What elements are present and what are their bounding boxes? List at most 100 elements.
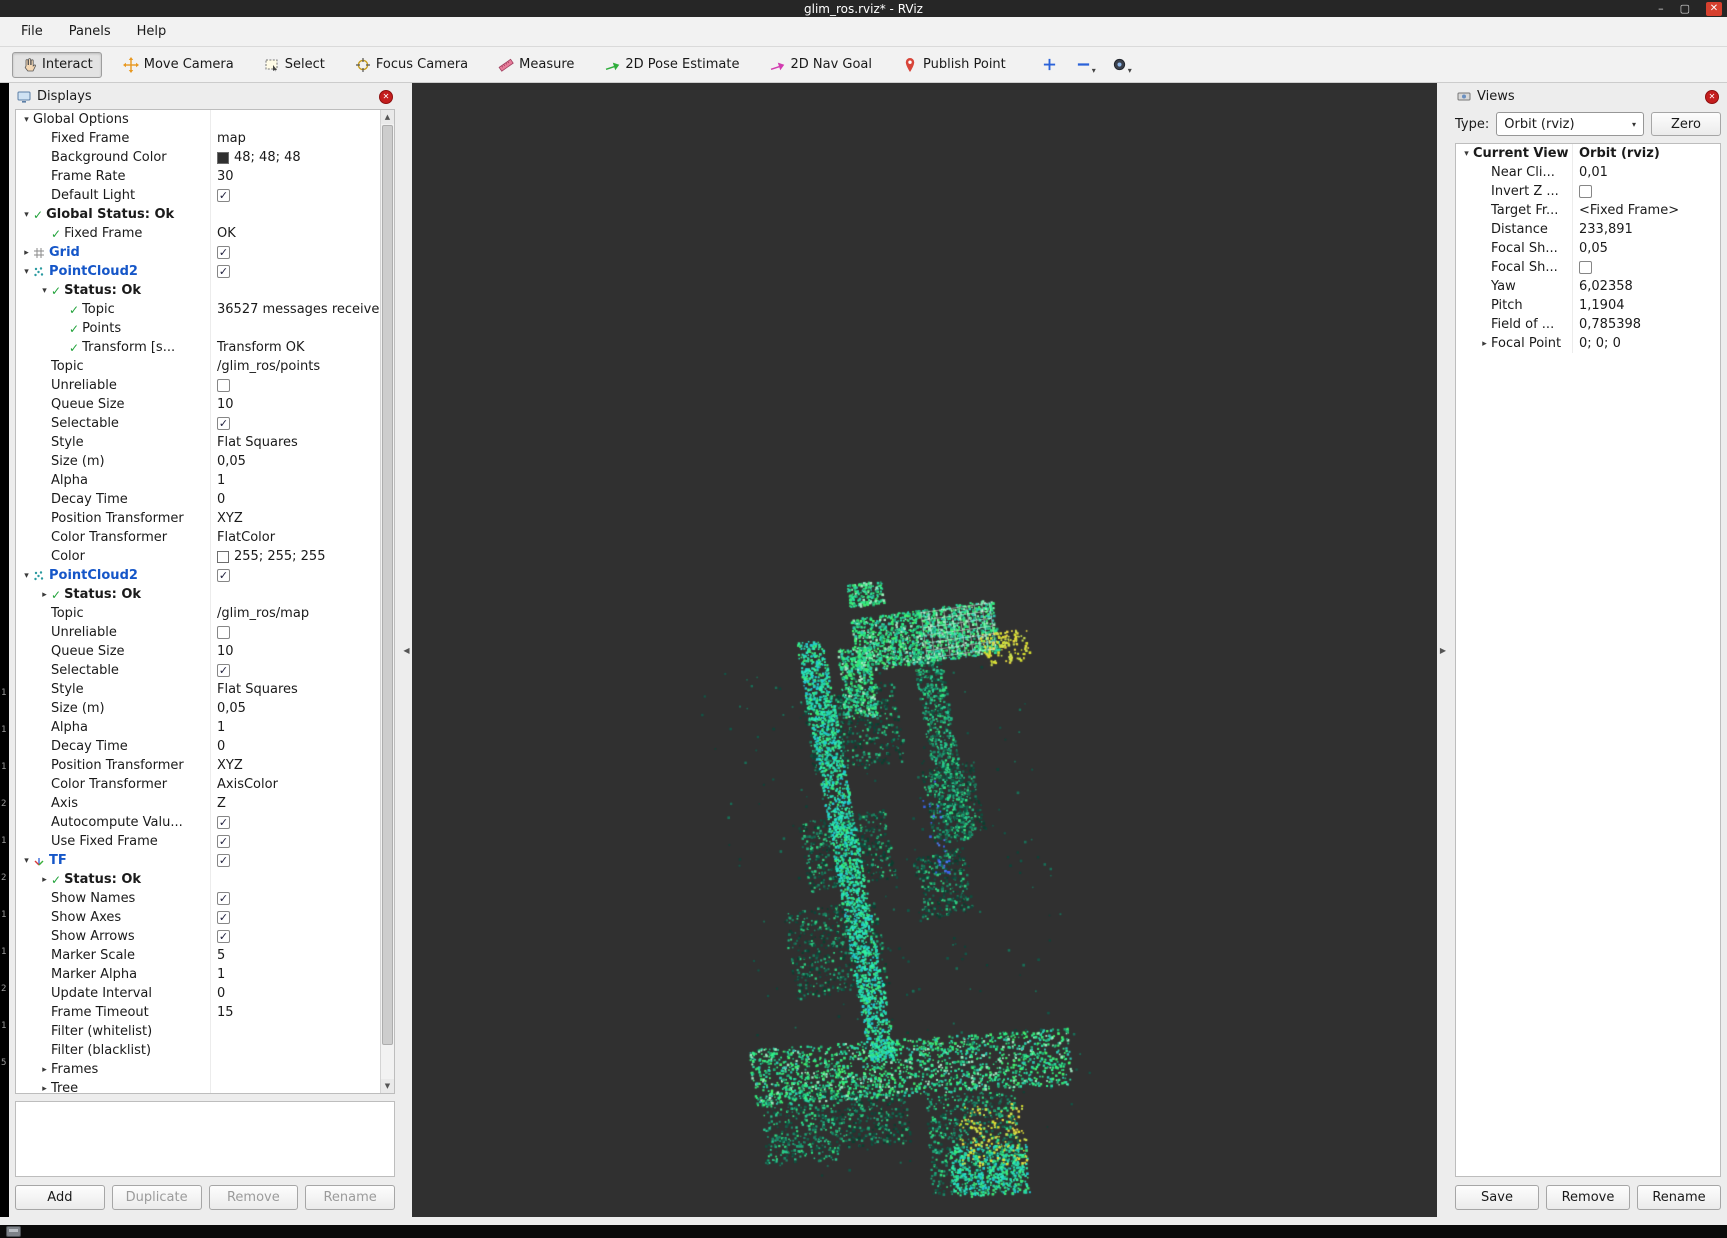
property-row-queue-size[interactable]: Queue Size10: [16, 395, 380, 414]
property-value[interactable]: 48; 48; 48: [234, 150, 301, 165]
property-value[interactable]: Flat Squares: [217, 682, 298, 697]
property-row-frame-rate[interactable]: Frame Rate30: [16, 167, 380, 186]
property-row-background-color[interactable]: Background Color48; 48; 48: [16, 148, 380, 167]
menu-panels[interactable]: Panels: [56, 20, 124, 43]
property-value[interactable]: 10: [217, 644, 234, 659]
property-row-tf[interactable]: ▾TF✓: [16, 851, 380, 870]
property-row-transform-s-[interactable]: ✓Transform [s...Transform OK: [16, 338, 380, 357]
property-value[interactable]: 0,05: [1579, 241, 1608, 256]
taskbar-window-icon[interactable]: [6, 1226, 21, 1237]
property-value[interactable]: FlatColor: [217, 530, 275, 545]
maximize-button[interactable]: ▢: [1680, 4, 1690, 14]
checkbox-unchecked[interactable]: [1579, 185, 1592, 198]
checkbox-checked[interactable]: ✓: [217, 892, 230, 905]
property-row-selectable[interactable]: Selectable✓: [16, 661, 380, 680]
checkbox-checked[interactable]: ✓: [217, 189, 230, 202]
menu-help[interactable]: Help: [124, 20, 180, 43]
property-value[interactable]: 0,05: [217, 454, 246, 469]
checkbox-checked[interactable]: ✓: [217, 930, 230, 943]
property-row-focal-sh-[interactable]: Focal Sh...0,05: [1456, 239, 1720, 258]
dropdown-caret-icon[interactable]: ▾: [1092, 66, 1096, 75]
property-value[interactable]: XYZ: [217, 511, 243, 526]
property-row-points[interactable]: ✓Points: [16, 319, 380, 338]
property-row-selectable[interactable]: Selectable✓: [16, 414, 380, 433]
property-row-topic[interactable]: Topic/glim_ros/map: [16, 604, 380, 623]
minimize-button[interactable]: –: [1658, 4, 1664, 14]
checkbox-checked[interactable]: ✓: [217, 265, 230, 278]
expander-open-icon[interactable]: ▾: [20, 856, 33, 866]
property-row-decay-time[interactable]: Decay Time0: [16, 737, 380, 756]
checkbox-checked[interactable]: ✓: [217, 569, 230, 582]
property-row-color[interactable]: Color255; 255; 255: [16, 547, 380, 566]
property-row-size-m-[interactable]: Size (m)0,05: [16, 699, 380, 718]
property-row-position-transformer[interactable]: Position TransformerXYZ: [16, 509, 380, 528]
property-row-status-ok[interactable]: ▾✓Status: Ok: [16, 281, 380, 300]
property-row-status-ok[interactable]: ▸✓Status: Ok: [16, 585, 380, 604]
property-row-alpha[interactable]: Alpha1: [16, 471, 380, 490]
property-value[interactable]: 6,02358: [1579, 279, 1633, 294]
expander-open-icon[interactable]: ▾: [38, 286, 51, 296]
expander-closed-icon[interactable]: ▸: [38, 875, 51, 885]
add-button[interactable]: Add: [15, 1185, 105, 1210]
property-row-default-light[interactable]: Default Light✓: [16, 186, 380, 205]
close-views-panel-button[interactable]: ✕: [1705, 90, 1719, 104]
property-row-invert-z-[interactable]: Invert Z ...: [1456, 182, 1720, 201]
tool-move-camera[interactable]: Move Camera: [114, 52, 243, 78]
property-row-marker-alpha[interactable]: Marker Alpha1: [16, 965, 380, 984]
zero-button[interactable]: Zero: [1651, 112, 1721, 136]
property-value[interactable]: XYZ: [217, 758, 243, 773]
expander-closed-icon[interactable]: ▸: [38, 590, 51, 600]
property-row-autocompute-valu-[interactable]: Autocompute Valu...✓: [16, 813, 380, 832]
property-row-style[interactable]: StyleFlat Squares: [16, 680, 380, 699]
property-value[interactable]: AxisColor: [217, 777, 278, 792]
remove-button[interactable]: Remove: [1546, 1185, 1630, 1210]
checkbox-unchecked[interactable]: [1579, 261, 1592, 274]
property-value[interactable]: 1: [217, 720, 225, 735]
menu-file[interactable]: File: [8, 20, 56, 43]
property-value[interactable]: 1,1904: [1579, 298, 1625, 313]
property-row-yaw[interactable]: Yaw6,02358: [1456, 277, 1720, 296]
expander-closed-icon[interactable]: ▸: [38, 1065, 51, 1075]
close-displays-panel-button[interactable]: ✕: [379, 90, 393, 104]
property-row-topic[interactable]: ✓Topic36527 messages received: [16, 300, 380, 319]
property-row-pitch[interactable]: Pitch1,1904: [1456, 296, 1720, 315]
close-window-button[interactable]: ✕: [1706, 2, 1722, 16]
property-row-fixed-frame[interactable]: ✓Fixed FrameOK: [16, 224, 380, 243]
expander-closed-icon[interactable]: ▸: [38, 1084, 51, 1094]
remove-button[interactable]: Remove: [209, 1185, 299, 1210]
remove-tool-button[interactable]: ▾: [1073, 53, 1099, 76]
property-row-tree[interactable]: ▸Tree: [16, 1079, 380, 1094]
property-row-pointcloud2[interactable]: ▾PointCloud2✓: [16, 262, 380, 281]
property-row-update-interval[interactable]: Update Interval0: [16, 984, 380, 1003]
checkbox-checked[interactable]: ✓: [217, 835, 230, 848]
property-row-axis[interactable]: AxisZ: [16, 794, 380, 813]
property-row-position-transformer[interactable]: Position TransformerXYZ: [16, 756, 380, 775]
checkbox-unchecked[interactable]: [217, 379, 230, 392]
rename-button[interactable]: Rename: [305, 1185, 395, 1210]
property-value[interactable]: 30: [217, 169, 234, 184]
property-value[interactable]: 0: [217, 739, 225, 754]
property-value[interactable]: 0: [217, 492, 225, 507]
property-value[interactable]: 1: [217, 967, 225, 982]
property-row-topic[interactable]: Topic/glim_ros/points: [16, 357, 380, 376]
property-row-filter-whitelist-[interactable]: Filter (whitelist): [16, 1022, 380, 1041]
rename-button[interactable]: Rename: [1637, 1185, 1721, 1210]
expander-open-icon[interactable]: ▾: [20, 115, 33, 125]
property-value[interactable]: 0,01: [1579, 165, 1608, 180]
property-value[interactable]: map: [217, 131, 246, 146]
property-value[interactable]: 15: [217, 1005, 234, 1020]
property-value[interactable]: Transform OK: [217, 340, 305, 355]
property-row-focal-point[interactable]: ▸Focal Point0; 0; 0: [1456, 334, 1720, 353]
collapse-right-handle[interactable]: ▶: [1437, 83, 1449, 1217]
property-row-frames[interactable]: ▸Frames: [16, 1060, 380, 1079]
property-value[interactable]: 0; 0; 0: [1579, 336, 1621, 351]
checkbox-checked[interactable]: ✓: [217, 417, 230, 430]
property-value[interactable]: 233,891: [1579, 222, 1633, 237]
property-row-global-options[interactable]: ▾Global Options: [16, 110, 380, 129]
property-row-size-m-[interactable]: Size (m)0,05: [16, 452, 380, 471]
expander-open-icon[interactable]: ▾: [1460, 149, 1473, 159]
tool-measure[interactable]: Measure: [489, 52, 583, 78]
property-row-show-arrows[interactable]: Show Arrows✓: [16, 927, 380, 946]
property-row-use-fixed-frame[interactable]: Use Fixed Frame✓: [16, 832, 380, 851]
dropdown-caret-icon[interactable]: ▾: [1128, 66, 1132, 75]
